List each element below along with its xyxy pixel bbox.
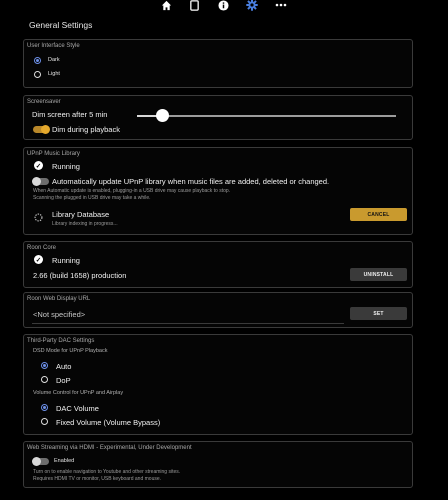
- radio-dsd-auto[interactable]: [41, 362, 48, 369]
- volume-control-label: Volume Control for UPnP and Airplay: [33, 390, 124, 396]
- auto-update-label: Automatically update UPnP library when m…: [52, 177, 330, 186]
- library-db-status: Library indexing in progress...: [52, 221, 118, 227]
- section-roon-core: Roon Core ✓ Running 2.66 (build 1658) pr…: [23, 241, 413, 288]
- dsd-mode-label: DSD Mode for UPnP Playback: [33, 348, 108, 354]
- gear-icon[interactable]: [246, 0, 258, 11]
- tablet-icon[interactable]: [188, 0, 200, 11]
- section-title: Roon Web Display URL: [27, 296, 91, 302]
- radio-dark[interactable]: [34, 57, 41, 64]
- dim-playback-toggle[interactable]: [33, 125, 50, 134]
- roon-core-status: Running: [52, 256, 80, 265]
- radio-fixed-volume-label: Fixed Volume (Volume Bypass): [56, 418, 161, 427]
- check-icon: ✓: [34, 161, 43, 170]
- web-streaming-note-2: Requires HDMI TV or monitor, USB keyboar…: [33, 476, 162, 482]
- section-title: User Interface Style: [27, 43, 80, 49]
- web-streaming-note: Turn on to enable navigation to Youtube …: [33, 469, 181, 475]
- dim-playback-label: Dim during playback: [52, 125, 120, 134]
- radio-light-label: Light: [48, 71, 60, 77]
- radio-dac-volume-label: DAC Volume: [56, 404, 99, 413]
- radio-light[interactable]: [34, 71, 41, 78]
- radio-dac-volume[interactable]: [41, 404, 48, 411]
- web-streaming-toggle[interactable]: [32, 457, 49, 466]
- spinner-icon: [34, 209, 43, 227]
- section-screensaver: Screensaver Dim screen after 5 min Dim d…: [23, 95, 413, 140]
- dim-screen-label: Dim screen after 5 min: [32, 110, 108, 119]
- section-roon-web: Roon Web Display URL <Not specified> SET: [23, 292, 413, 328]
- auto-update-toggle[interactable]: [32, 177, 49, 186]
- page-title: General Settings: [29, 20, 93, 30]
- radio-dark-label: Dark: [48, 57, 60, 63]
- section-title: Web Streaming via HDMI - Experimental, U…: [27, 445, 192, 451]
- auto-update-note: When Automatic update is enabled, pluggi…: [33, 188, 231, 194]
- url-underline: [32, 323, 344, 324]
- section-web-streaming: Web Streaming via HDMI - Experimental, U…: [23, 441, 413, 488]
- radio-fixed-volume[interactable]: [41, 418, 48, 425]
- more-icon[interactable]: [275, 0, 287, 11]
- info-icon[interactable]: [217, 0, 229, 11]
- dim-slider-handle[interactable]: [156, 109, 169, 122]
- section-title: Screensaver: [27, 99, 61, 105]
- radio-dsd-dop[interactable]: [41, 376, 48, 383]
- section-ui-style: User Interface Style Dark Light: [23, 39, 413, 88]
- web-streaming-toggle-label: Enabled: [54, 458, 75, 464]
- top-icon-bar: [0, 0, 448, 12]
- section-upnp: UPnP Music Library ✓ Running Automatical…: [23, 147, 413, 235]
- section-title: UPnP Music Library: [27, 151, 80, 157]
- section-dac: Third-Party DAC Settings DSD Mode for UP…: [23, 334, 413, 435]
- section-title: Roon Core: [27, 245, 57, 251]
- home-icon[interactable]: [160, 0, 172, 11]
- auto-update-note-2: Scanning the plugged in USB drive may ta…: [33, 195, 151, 201]
- dim-slider-track[interactable]: [137, 115, 396, 117]
- radio-dsd-auto-label: Auto: [56, 362, 72, 371]
- section-title: Third-Party DAC Settings: [27, 338, 95, 344]
- roon-web-url-value[interactable]: <Not specified>: [33, 310, 85, 319]
- cancel-button[interactable]: CANCEL: [350, 208, 407, 221]
- roon-core-version: 2.66 (build 1658) production: [33, 271, 127, 280]
- uninstall-button[interactable]: UNINSTALL: [350, 268, 407, 281]
- check-icon: ✓: [34, 255, 43, 264]
- radio-dsd-dop-label: DoP: [56, 376, 71, 385]
- library-db-label: Library Database: [52, 210, 110, 219]
- upnp-status: Running: [52, 162, 80, 171]
- set-button[interactable]: SET: [350, 307, 407, 320]
